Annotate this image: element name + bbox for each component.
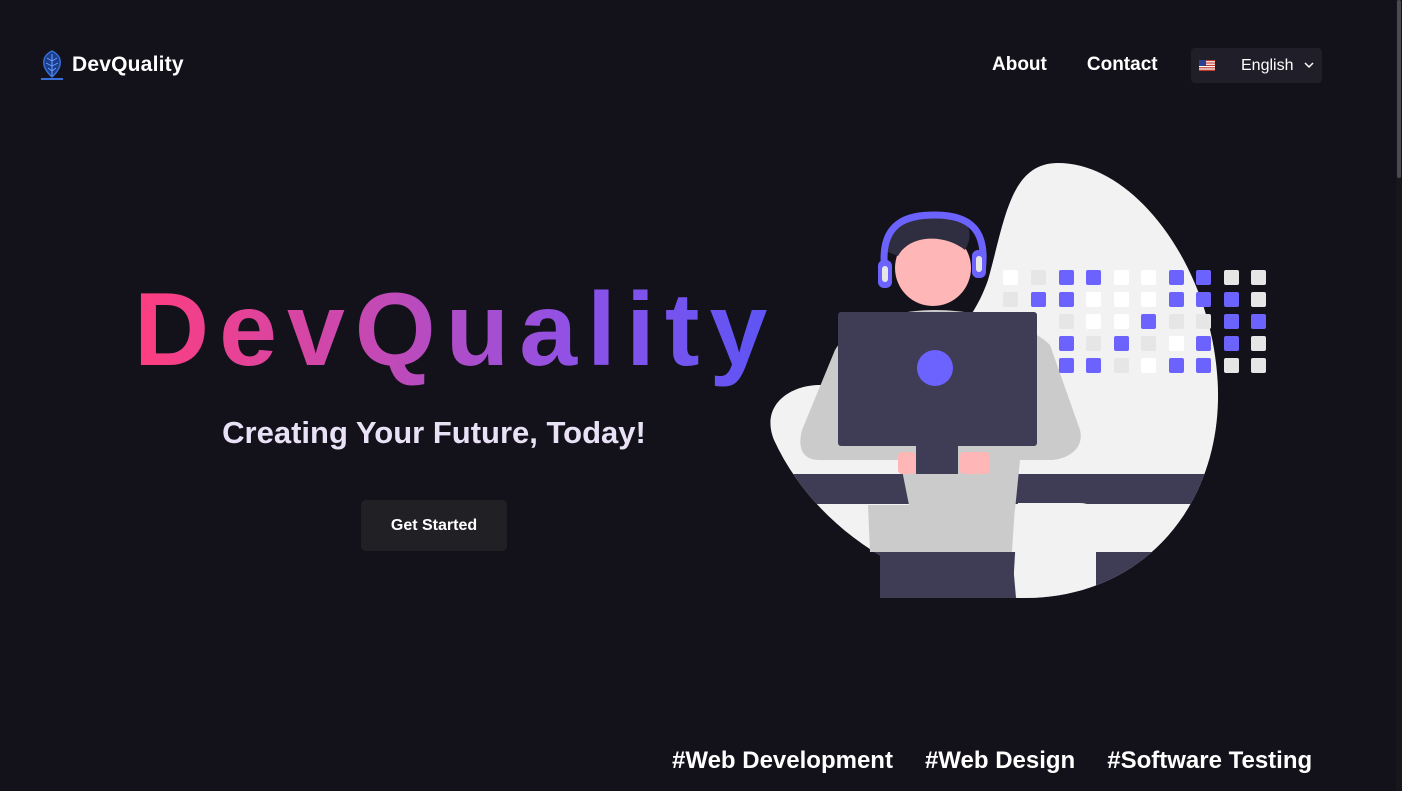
person-with-headset-at-laptop-illustration	[770, 163, 1266, 599]
hero-subtitle: Creating Your Future, Today!	[222, 415, 646, 450]
tag-web-development: #Web Development	[672, 747, 893, 774]
brand-link[interactable]: DevQuality	[38, 49, 184, 81]
page-scrollbar[interactable]	[1396, 0, 1402, 791]
tag-web-design: #Web Design	[924, 747, 1076, 774]
tag-software-testing: #Software Testing	[1107, 747, 1313, 774]
get-started-button[interactable]: Get Started	[361, 500, 507, 551]
nav-contact-link[interactable]: Contact	[1087, 52, 1158, 78]
main-nav: About Contact	[992, 52, 1158, 78]
language-select[interactable]: English	[1191, 48, 1322, 83]
leaf-logo-icon	[41, 50, 63, 80]
us-flag-icon	[1199, 60, 1215, 71]
brand-name: DevQuality	[72, 53, 184, 76]
scrollbar-thumb[interactable]	[1397, 0, 1401, 178]
tag-list: #Web Development #Web Design #Software T…	[672, 745, 1312, 777]
language-selected: English	[1241, 56, 1294, 74]
chevron-down-icon	[1304, 62, 1314, 69]
hero-title: DevQuality	[134, 272, 778, 388]
page: DevQuality About Contact English DevQual…	[0, 0, 1402, 791]
nav-about-link[interactable]: About	[992, 52, 1047, 78]
